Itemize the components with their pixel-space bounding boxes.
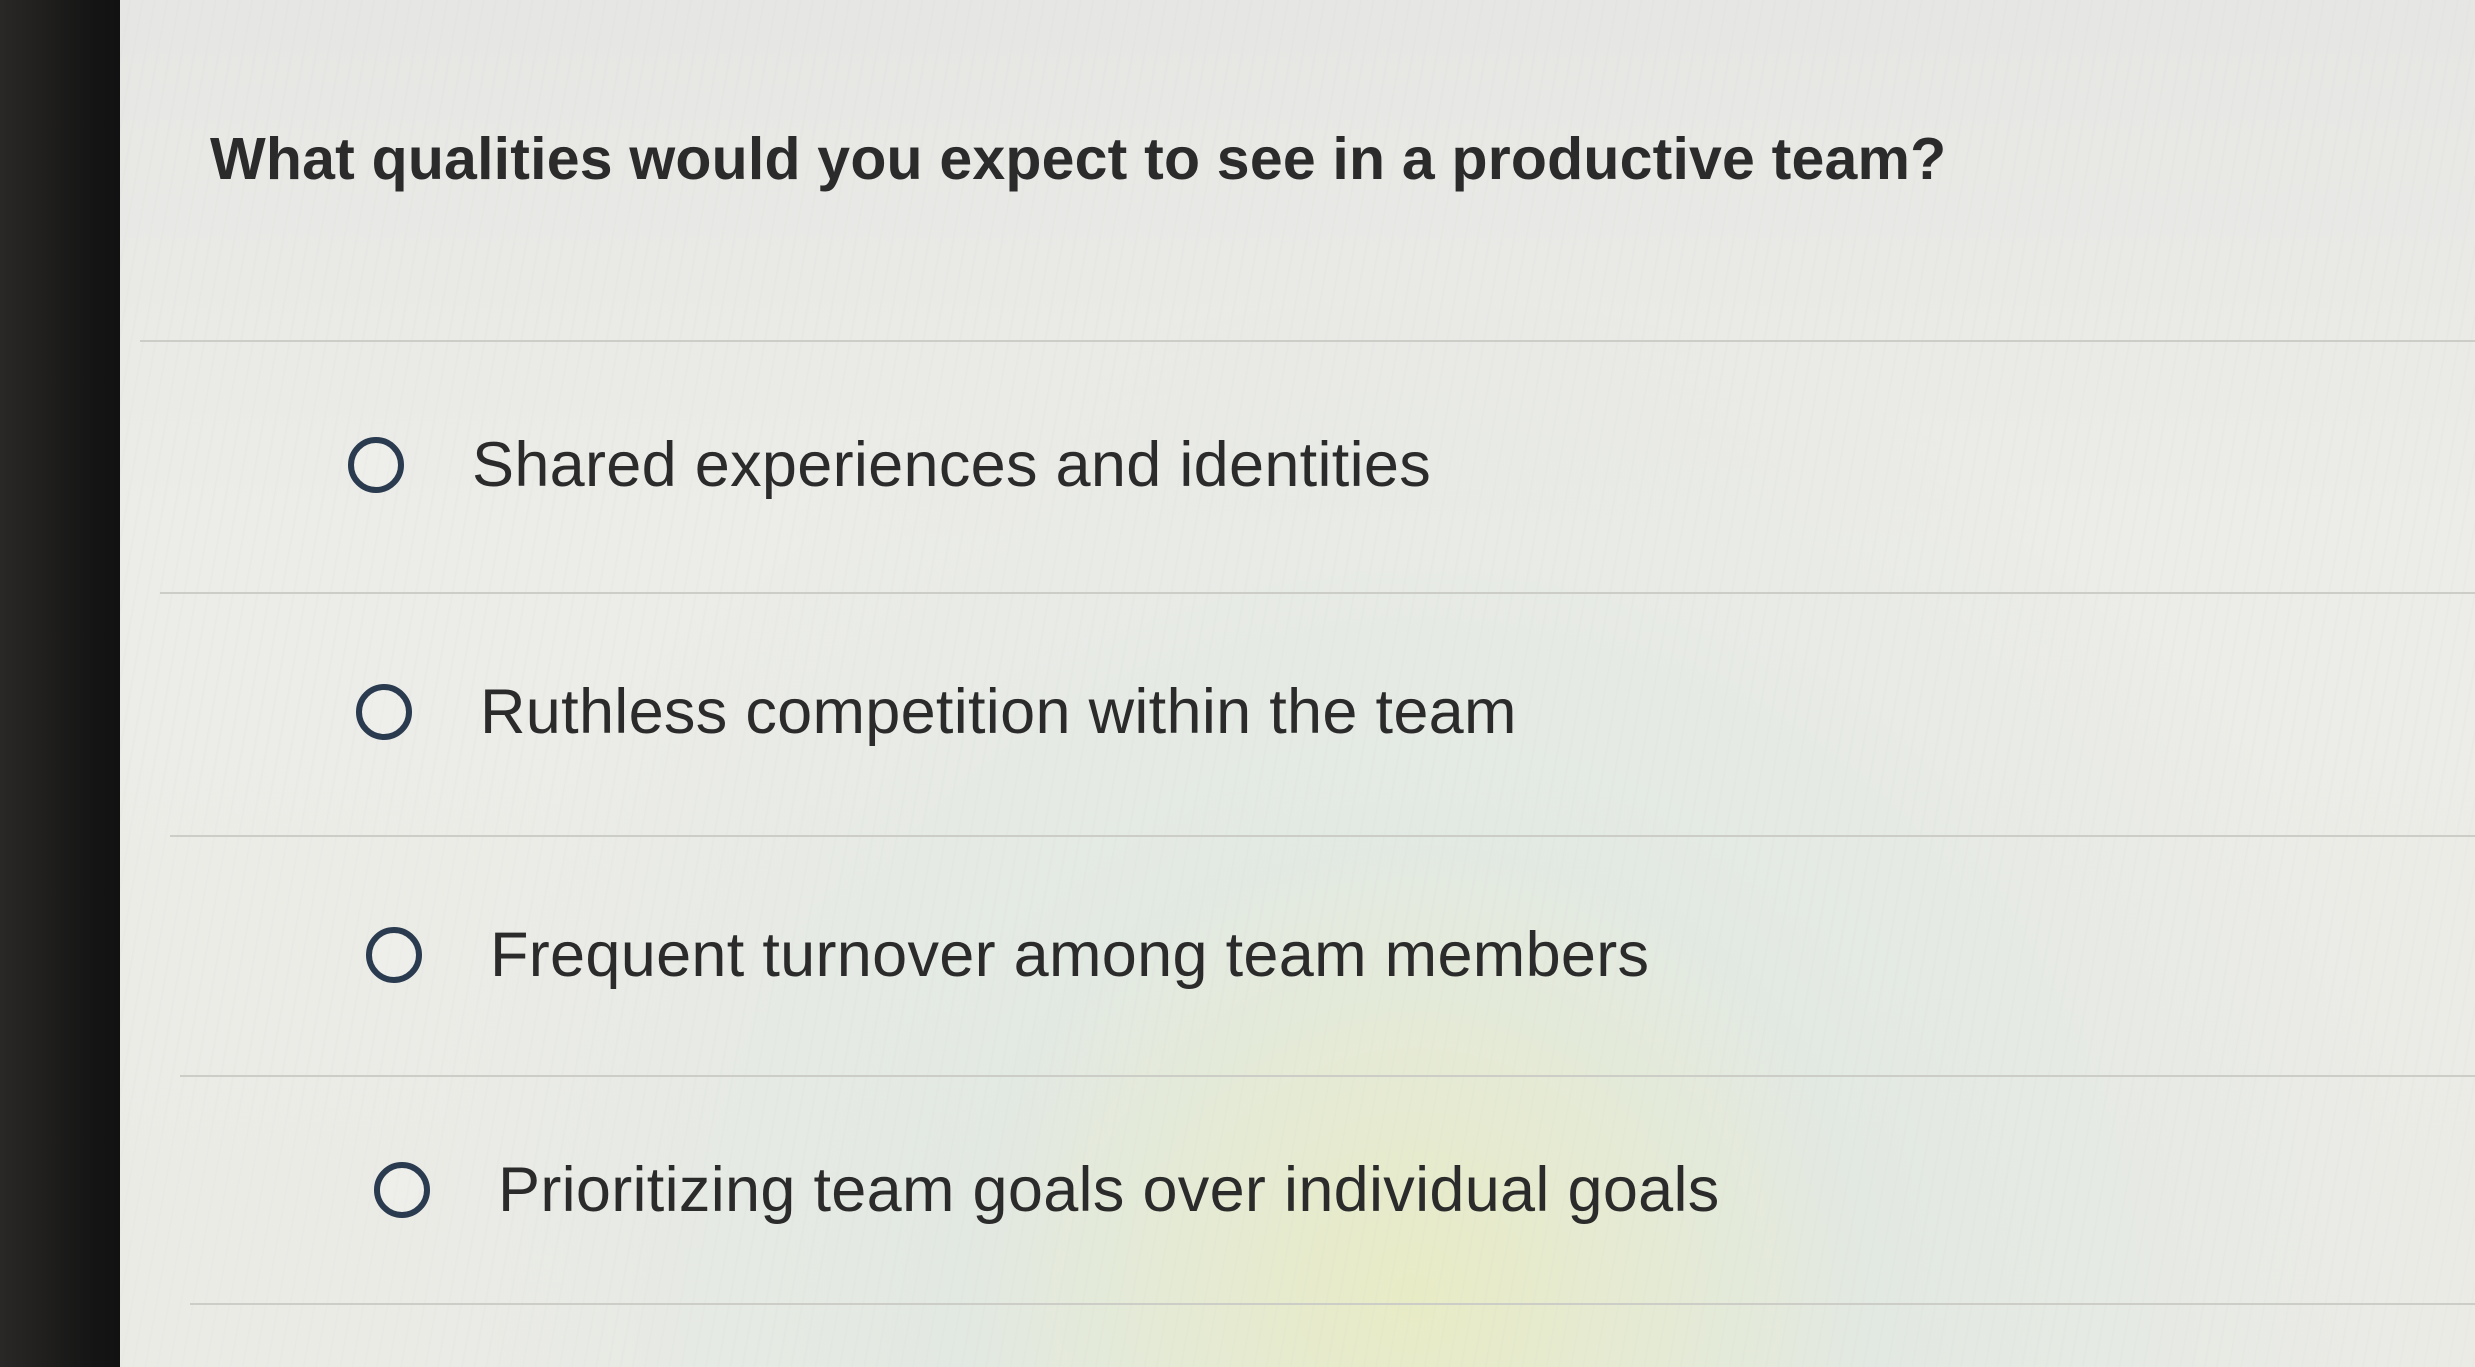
divider xyxy=(140,340,2475,342)
question-text: What qualities would you expect to see i… xyxy=(210,126,1947,192)
answer-option-label: Frequent turnover among team members xyxy=(490,920,1650,990)
answer-option-2[interactable]: Ruthless competition within the team xyxy=(356,652,1517,772)
answer-option-4[interactable]: Prioritizing team goals over individual … xyxy=(374,1130,1720,1250)
divider xyxy=(180,1075,2475,1077)
radio-button[interactable] xyxy=(374,1162,430,1218)
answer-option-label: Shared experiences and identities xyxy=(472,430,1432,500)
divider xyxy=(160,592,2475,594)
quiz-screen: What qualities would you expect to see i… xyxy=(120,0,2475,1367)
answer-option-1[interactable]: Shared experiences and identities xyxy=(348,405,1431,525)
answer-option-label: Ruthless competition within the team xyxy=(480,677,1517,747)
radio-button[interactable] xyxy=(356,684,412,740)
answer-option-3[interactable]: Frequent turnover among team members xyxy=(366,895,1649,1015)
divider xyxy=(170,835,2475,837)
answer-option-label: Prioritizing team goals over individual … xyxy=(498,1155,1720,1225)
radio-button[interactable] xyxy=(366,927,422,983)
divider xyxy=(190,1303,2475,1305)
radio-button[interactable] xyxy=(348,437,404,493)
